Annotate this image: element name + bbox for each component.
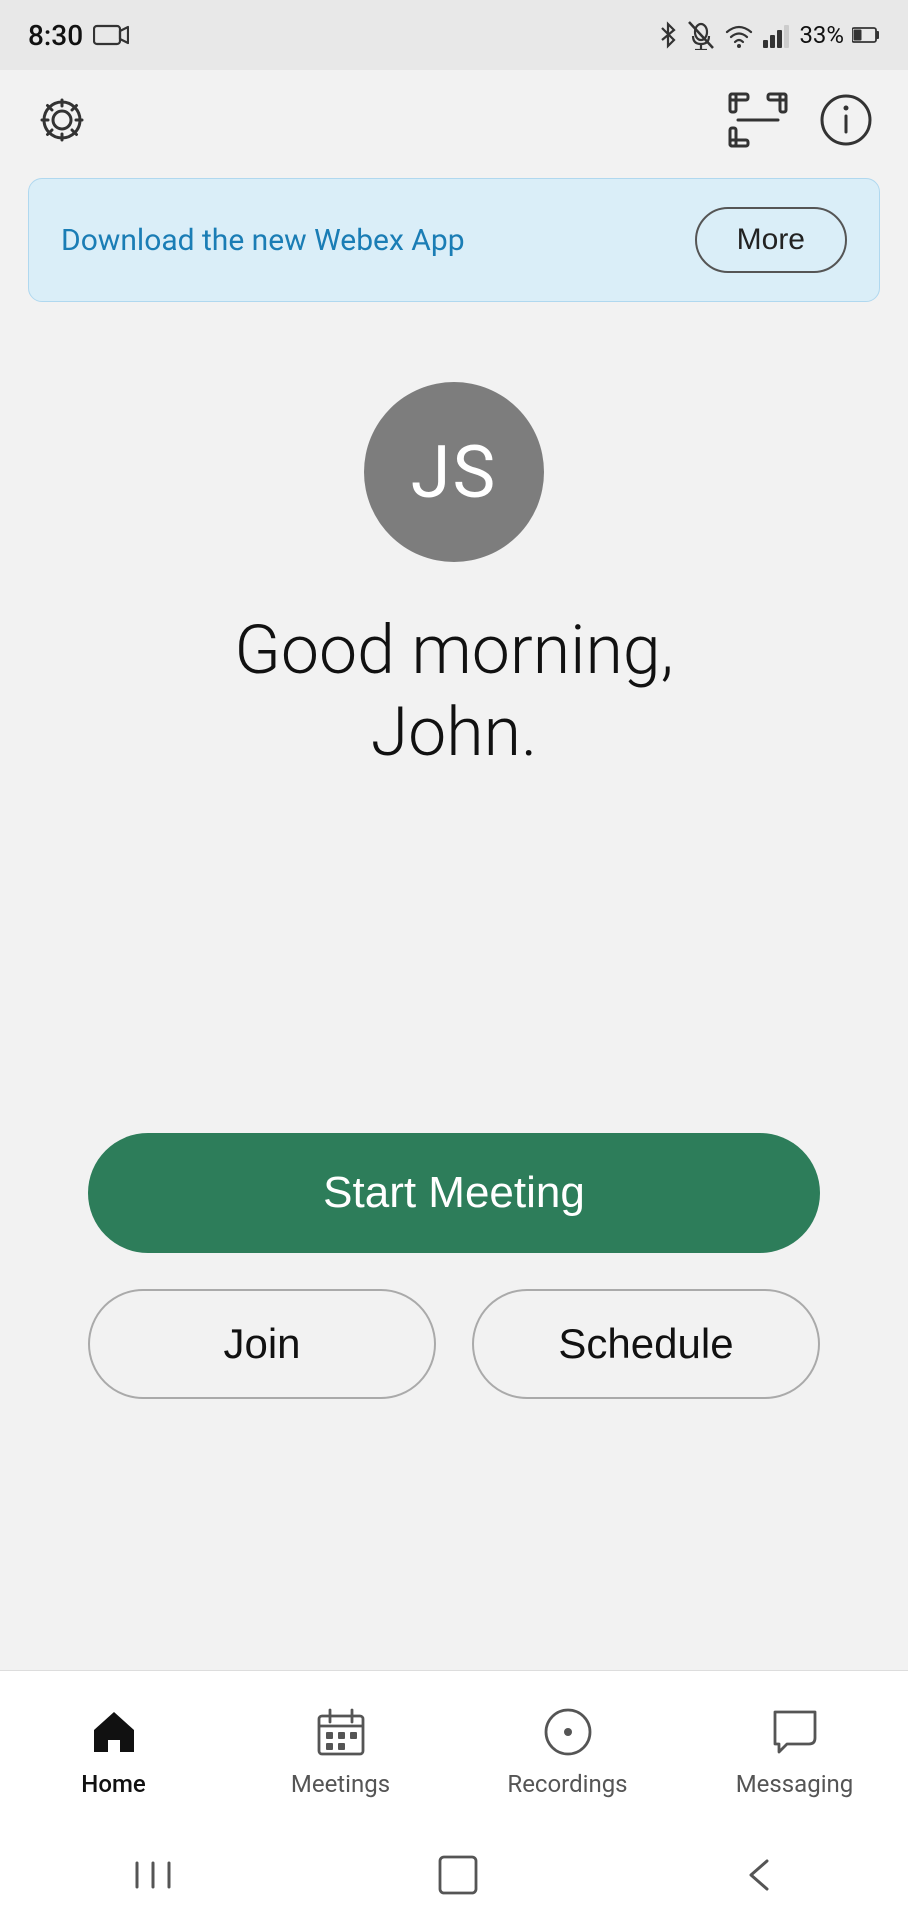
nav-label-meetings: Meetings xyxy=(291,1770,390,1798)
wifi-icon xyxy=(723,22,755,48)
status-time: 8:30 xyxy=(28,19,129,52)
avatar: JS xyxy=(364,382,544,562)
scan-button[interactable] xyxy=(728,90,788,150)
recent-apps-button[interactable] xyxy=(131,1857,175,1893)
info-button[interactable] xyxy=(816,90,876,150)
nav-item-messaging[interactable]: Messaging xyxy=(681,1704,908,1798)
back-button[interactable] xyxy=(741,1853,777,1897)
recordings-icon xyxy=(540,1704,596,1760)
bottom-nav: Home Meetings Recordings xyxy=(0,1670,908,1830)
home-icon xyxy=(86,1704,142,1760)
greeting-line1: Good morning, xyxy=(234,610,673,692)
banner-text: Download the new Webex App xyxy=(61,223,465,258)
start-meeting-button[interactable]: Start Meeting xyxy=(88,1133,820,1253)
bluetooth-icon xyxy=(657,20,679,50)
header xyxy=(0,70,908,170)
greeting: Good morning, John. xyxy=(234,610,673,773)
nav-item-home[interactable]: Home xyxy=(0,1704,227,1798)
schedule-button[interactable]: Schedule xyxy=(472,1289,820,1399)
messaging-icon xyxy=(767,1704,823,1760)
camera-icon xyxy=(93,21,129,49)
avatar-initials: JS xyxy=(411,430,497,515)
system-nav xyxy=(0,1830,908,1920)
greeting-line2: John. xyxy=(234,692,673,774)
scan-icon xyxy=(728,92,788,148)
main-content: JS Good morning, John. Start Meeting Joi… xyxy=(0,302,908,1399)
recordings-icon-svg xyxy=(542,1706,594,1758)
battery-icon xyxy=(852,26,880,44)
messaging-icon-svg xyxy=(769,1706,821,1758)
time-display: 8:30 xyxy=(28,19,83,52)
home-icon-svg xyxy=(88,1706,140,1758)
webex-banner: Download the new Webex App More xyxy=(28,178,880,302)
status-bar: 8:30 xyxy=(0,0,908,70)
secondary-buttons: Join Schedule xyxy=(88,1289,820,1399)
nav-item-recordings[interactable]: Recordings xyxy=(454,1704,681,1798)
nav-label-recordings: Recordings xyxy=(507,1770,627,1798)
signal-icon xyxy=(763,22,791,48)
battery-display: 33% xyxy=(799,21,844,49)
header-right-icons xyxy=(728,90,876,150)
banner-more-button[interactable]: More xyxy=(695,207,847,273)
meetings-icon xyxy=(313,1704,369,1760)
mute-icon xyxy=(687,20,715,50)
home-system-button[interactable] xyxy=(436,1853,480,1897)
home-system-icon xyxy=(436,1853,480,1897)
gear-icon xyxy=(34,92,90,148)
join-button[interactable]: Join xyxy=(88,1289,436,1399)
action-buttons: Start Meeting Join Schedule xyxy=(0,1133,908,1399)
status-icons: 33% xyxy=(657,20,880,50)
back-icon xyxy=(741,1853,777,1897)
nav-label-messaging: Messaging xyxy=(736,1770,854,1798)
recent-apps-icon xyxy=(131,1857,175,1893)
nav-label-home: Home xyxy=(81,1770,145,1798)
meetings-icon-svg xyxy=(315,1706,367,1758)
settings-button[interactable] xyxy=(32,90,92,150)
nav-item-meetings[interactable]: Meetings xyxy=(227,1704,454,1798)
info-icon xyxy=(818,92,874,148)
